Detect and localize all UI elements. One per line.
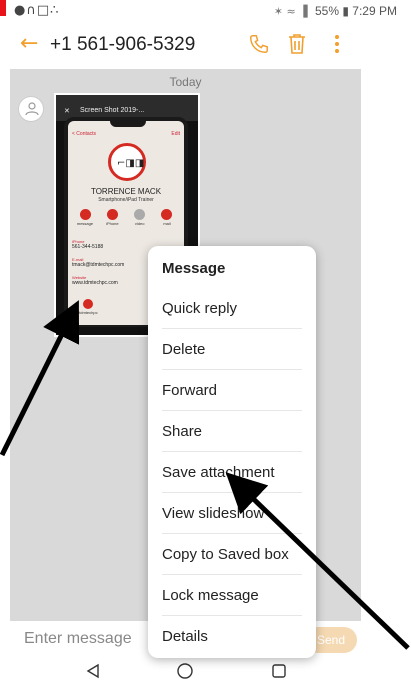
date-divider: Today — [169, 75, 202, 89]
edit-link: Edit — [171, 131, 180, 137]
menu-item-save-attachment[interactable]: Save attachment — [162, 452, 302, 493]
clock: 7:29 PM — [352, 4, 397, 18]
menu-item-delete[interactable]: Delete — [162, 329, 302, 370]
menu-item-view-slideshow[interactable]: View slideshow — [162, 493, 302, 534]
phone-icon[interactable] — [246, 30, 272, 58]
app-bar: ← +1 561-906-5329 — [0, 22, 411, 68]
message-context-menu: Message Quick reply Delete Forward Share… — [148, 246, 316, 658]
iphone-action: iPhone — [101, 209, 123, 226]
status-bar: ●∩□∴ ✶ ≈ ▐ 55% ▮ 7:29 PM — [0, 0, 411, 22]
menu-item-lock-message[interactable]: Lock message — [162, 575, 302, 616]
status-red-marker — [0, 0, 6, 16]
contact-name: TORRENCE MACK — [90, 187, 162, 196]
mail-action: mail — [156, 209, 178, 226]
battery-level: 55% — [314, 4, 339, 18]
status-right: ✶ ≈ ▐ 55% ▮ 7:29 PM — [274, 4, 397, 18]
system-nav-bar — [0, 657, 411, 686]
notification-icons: ●∩□∴ — [14, 3, 60, 18]
more-vertical-icon[interactable] — [324, 30, 350, 58]
contact-actions: message iPhone video mail — [74, 209, 178, 226]
website-field: Website www.tdmtechpc.com — [72, 275, 118, 286]
battery-icon: ▮ — [342, 4, 349, 18]
menu-title: Message — [162, 260, 226, 277]
trash-icon[interactable] — [284, 30, 310, 58]
phone-field: iPhone 561-344-5188 — [72, 239, 104, 250]
facebook-link: /tdmtechpc — [78, 299, 98, 315]
message-action: message — [74, 209, 96, 226]
email-field: E-mail tmack@tdmtechpc.com — [72, 257, 125, 268]
screenshot-header: Screen Shot 2019-... — [80, 107, 145, 114]
menu-item-forward[interactable]: Forward — [162, 370, 302, 411]
signal-icons: ✶ ≈ ▐ — [273, 5, 308, 18]
contact-avatar[interactable] — [18, 96, 44, 122]
square-recents-icon[interactable] — [268, 661, 290, 681]
triangle-back-icon[interactable] — [82, 661, 104, 681]
circle-home-icon[interactable] — [174, 661, 196, 681]
menu-item-share[interactable]: Share — [162, 411, 302, 452]
conversation-title: +1 561-906-5329 — [50, 34, 196, 55]
video-action: video — [129, 209, 151, 226]
menu-item-copy-to-saved-box[interactable]: Copy to Saved box — [162, 534, 302, 575]
menu-item-quick-reply[interactable]: Quick reply — [162, 288, 302, 329]
contact-subtitle: Smartphone/iPad Trainer — [98, 197, 154, 203]
menu-item-details[interactable]: Details — [162, 616, 302, 657]
contact-logo: ⌐◨◨ — [108, 143, 146, 181]
close-icon: ✕ — [64, 108, 70, 115]
contacts-link: < Contacts — [72, 131, 97, 137]
message-input[interactable]: Enter message — [24, 630, 132, 648]
phone-notch — [110, 121, 146, 127]
arrow-left-icon[interactable]: ← — [20, 31, 38, 56]
